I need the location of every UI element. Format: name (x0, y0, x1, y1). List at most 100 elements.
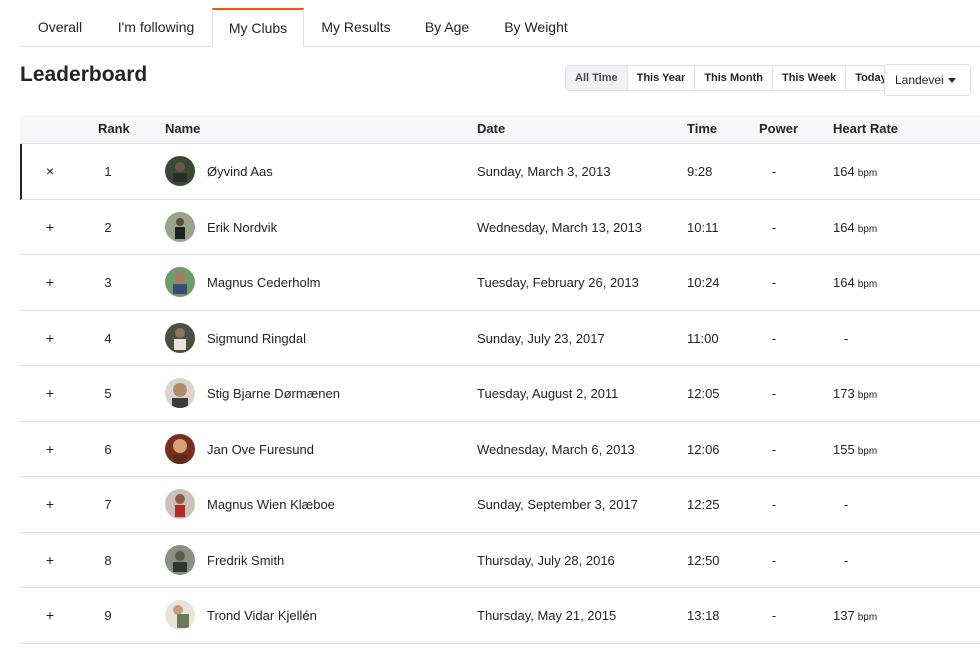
header-name: Name (165, 121, 201, 136)
date-link[interactable]: Wednesday, March 6, 2013 (477, 422, 635, 477)
avatar[interactable] (165, 322, 195, 353)
athlete-name-link[interactable]: Jan Ove Furesund (207, 422, 314, 477)
table-row[interactable]: + 6 Jan Ove Furesund Wednesday, March 6,… (20, 422, 980, 477)
heart-rate-unit: bpm (857, 445, 878, 457)
rank-cell: 2 (104, 219, 112, 235)
expand-icon[interactable]: + (42, 366, 58, 421)
avatar[interactable] (165, 211, 195, 242)
table-row[interactable]: + 9 Trond Vidar Kjellén Thursday, May 21… (20, 588, 980, 644)
power-cell: - (771, 441, 777, 457)
table-row[interactable]: + 5 Stig Bjarne Dørmænen Tuesday, August… (20, 366, 980, 422)
expand-icon[interactable]: + (42, 477, 58, 532)
heart-rate-value: 137 (833, 608, 855, 623)
date-link[interactable]: Sunday, July 23, 2017 (477, 311, 605, 366)
tab-overall[interactable]: Overall (20, 8, 100, 46)
header-time: Time (687, 121, 718, 136)
table-header: Rank Name Date Time Power Heart Rate (20, 115, 980, 144)
leaderboard-rows: × 1 Øyvind Aas Sunday, March 3, 2013 9:2… (20, 144, 980, 644)
time-cell: 10:11 (687, 219, 719, 235)
table-row[interactable]: + 7 Magnus Wien Klæboe Sunday, September… (20, 477, 980, 533)
expand-icon[interactable]: + (42, 200, 58, 255)
expand-icon[interactable]: + (42, 588, 58, 643)
athlete-name-link[interactable]: Magnus Cederholm (207, 255, 320, 310)
date-link[interactable]: Thursday, May 21, 2015 (477, 588, 616, 643)
tab-my-clubs[interactable]: My Clubs (212, 8, 304, 47)
heart-rate-cell: 137 bpm (833, 588, 877, 643)
athlete-name-link[interactable]: Trond Vidar Kjellén (207, 588, 317, 643)
expand-icon[interactable]: + (42, 533, 58, 588)
heart-rate-unit: bpm (857, 279, 878, 290)
filter-this-year[interactable]: This Year (627, 66, 696, 90)
athlete-name-link[interactable]: Sigmund Ringdal (207, 311, 306, 366)
select-value: Landevei (895, 73, 944, 87)
athlete-name-link[interactable]: Fredrik Smith (207, 533, 284, 588)
tab-my-results[interactable]: My Results (304, 8, 408, 46)
date-link[interactable]: Sunday, September 3, 2017 (477, 477, 638, 532)
heart-rate-value: 164 (833, 275, 855, 290)
page-title: Leaderboard (20, 63, 148, 86)
heart-rate-cell: 164 bpm (833, 200, 877, 255)
date-link[interactable]: Tuesday, August 2, 2011 (477, 366, 618, 421)
time-cell: 12:50 (687, 552, 720, 568)
athlete-name-link[interactable]: Stig Bjarne Dørmænen (207, 366, 340, 421)
rank-cell: 8 (104, 552, 112, 568)
heart-rate-cell: - (844, 311, 851, 366)
expand-icon[interactable]: + (42, 422, 58, 477)
time-cell: 10:24 (687, 275, 720, 290)
athlete-name-link[interactable]: Øyvind Aas (207, 144, 273, 199)
avatar[interactable] (165, 267, 195, 297)
rank-cell: 7 (104, 497, 112, 512)
caret-down-icon (948, 78, 956, 83)
tab-by-weight[interactable]: By Weight (486, 8, 586, 46)
date-link[interactable]: Sunday, March 3, 2013 (477, 144, 610, 199)
heart-rate-value: 164 (833, 219, 855, 235)
power-cell: - (771, 275, 777, 290)
power-cell: - (771, 330, 777, 346)
tab-by-age[interactable]: By Age (408, 8, 486, 46)
heart-rate-unit: bpm (857, 223, 878, 235)
heart-rate-value: 155 (833, 441, 855, 457)
rank-cell: 4 (104, 330, 112, 346)
athlete-name-link[interactable]: Erik Nordvik (207, 200, 277, 255)
power-cell: - (771, 164, 777, 179)
avatar[interactable] (165, 433, 195, 464)
header-power: Power (759, 121, 799, 136)
power-cell: - (771, 552, 777, 568)
time-cell: 12:06 (687, 441, 720, 457)
athlete-name-link[interactable]: Magnus Wien Klæboe (207, 477, 335, 532)
heart-rate-cell: 173 bpm (833, 366, 877, 421)
rank-cell: 6 (104, 441, 112, 457)
rank-cell: 5 (104, 386, 112, 401)
power-cell: - (771, 219, 777, 235)
heart-rate-unit: bpm (857, 612, 878, 623)
heart-rate-unit: bpm (857, 390, 878, 401)
activity-type-select[interactable]: Landevei (884, 64, 971, 96)
avatar[interactable] (165, 600, 195, 630)
expand-icon[interactable]: + (42, 311, 58, 366)
rank-cell: 1 (104, 164, 112, 179)
heart-rate-cell: - (844, 533, 851, 588)
heart-rate-value: - (844, 552, 849, 568)
filter-all-time[interactable]: All Time (566, 66, 628, 90)
filter-this-week[interactable]: This Week (772, 66, 847, 90)
table-row[interactable]: + 8 Fredrik Smith Thursday, July 28, 201… (20, 533, 980, 588)
date-link[interactable]: Wednesday, March 13, 2013 (477, 200, 642, 255)
table-row[interactable]: + 2 Erik Nordvik Wednesday, March 13, 20… (20, 200, 980, 255)
header-date: Date (477, 121, 506, 136)
table-row[interactable]: × 1 Øyvind Aas Sunday, March 3, 2013 9:2… (20, 144, 980, 200)
collapse-icon[interactable]: × (42, 144, 58, 199)
rank-cell: 9 (104, 608, 112, 623)
table-row[interactable]: + 4 Sigmund Ringdal Sunday, July 23, 201… (20, 311, 980, 366)
date-link[interactable]: Tuesday, February 26, 2013 (477, 255, 639, 310)
avatar[interactable] (165, 489, 195, 519)
tab-im-following[interactable]: I'm following (100, 8, 212, 46)
expand-icon[interactable]: + (42, 255, 58, 310)
avatar[interactable] (165, 156, 195, 186)
table-row[interactable]: + 3 Magnus Cederholm Tuesday, February 2… (20, 255, 980, 311)
date-link[interactable]: Thursday, July 28, 2016 (477, 533, 615, 588)
time-cell: 13:18 (687, 608, 720, 623)
avatar[interactable] (165, 544, 195, 575)
heart-rate-cell: 155 bpm (833, 422, 877, 477)
avatar[interactable] (165, 378, 195, 408)
filter-this-month[interactable]: This Month (695, 66, 773, 90)
